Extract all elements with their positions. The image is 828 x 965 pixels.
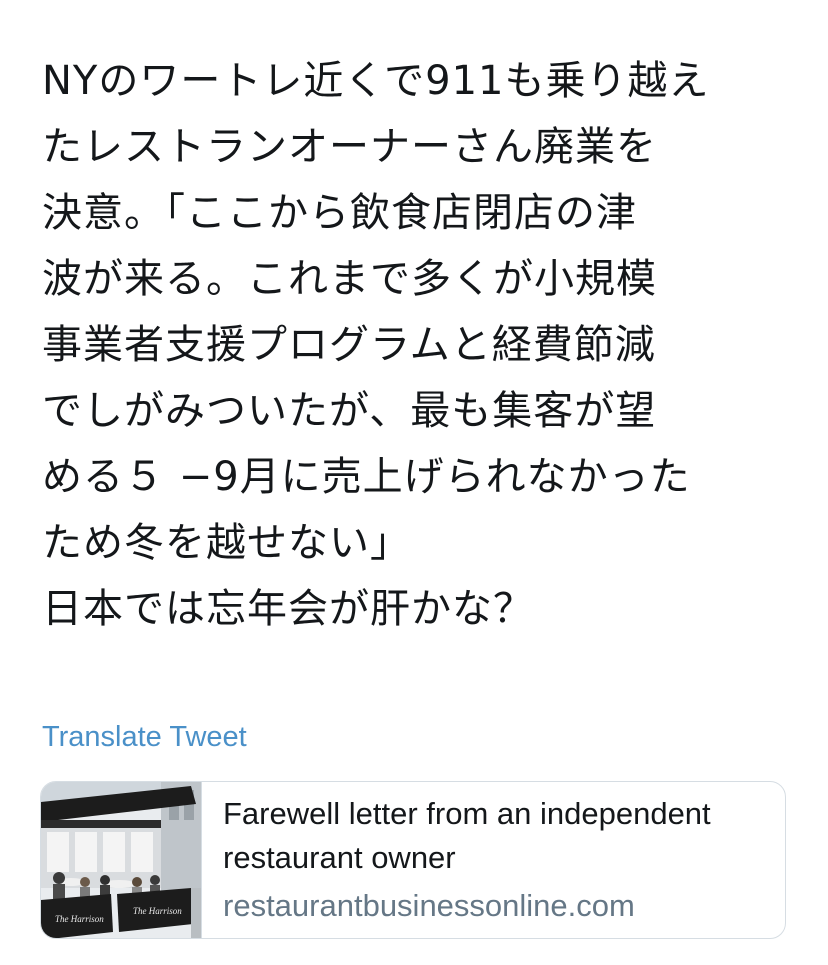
card-body: Farewell letter from an independent rest… <box>223 792 769 928</box>
tweet-text-line: 決意。「ここから飲食店閉店の津 <box>42 190 637 236</box>
tweet-text-line: たレストランオーナーさん廃業を <box>42 124 657 170</box>
tweet-text: NYのワートレ近くで911も乗り越え たレストランオーナーさん廃業を 決意。「こ… <box>42 48 802 642</box>
tweet-text-line: 事業者支援プログラムと経費節減 <box>42 322 656 368</box>
tweet-text-line: NYのワートレ近くで911も乗り越え <box>42 58 710 104</box>
card-title: Farewell letter from an independent rest… <box>223 796 711 875</box>
tweet-text-line: ため冬を越せない」 <box>42 520 411 566</box>
tweet-text-line: 波が来る。これまで多くが小規模 <box>42 256 657 302</box>
card-domain: restaurantbusinessonline.com <box>223 888 635 923</box>
tweet-text-line: でしがみついたが、最も集客が望 <box>42 388 657 434</box>
tweet-text-line: める５ −9月に売上げられなかった <box>42 454 691 500</box>
awning-text-left: The Harrison <box>55 914 104 924</box>
tweet-text-line: 日本では忘年会が肝かな？ <box>42 586 534 632</box>
translate-tweet-link[interactable]: Translate Tweet <box>42 717 247 757</box>
card-thumbnail-image: The Harrison The Harrison <box>41 782 202 938</box>
link-preview-card[interactable]: The Harrison The Harrison Farewell lette… <box>40 781 786 939</box>
awning-text-right: The Harrison <box>133 906 182 916</box>
